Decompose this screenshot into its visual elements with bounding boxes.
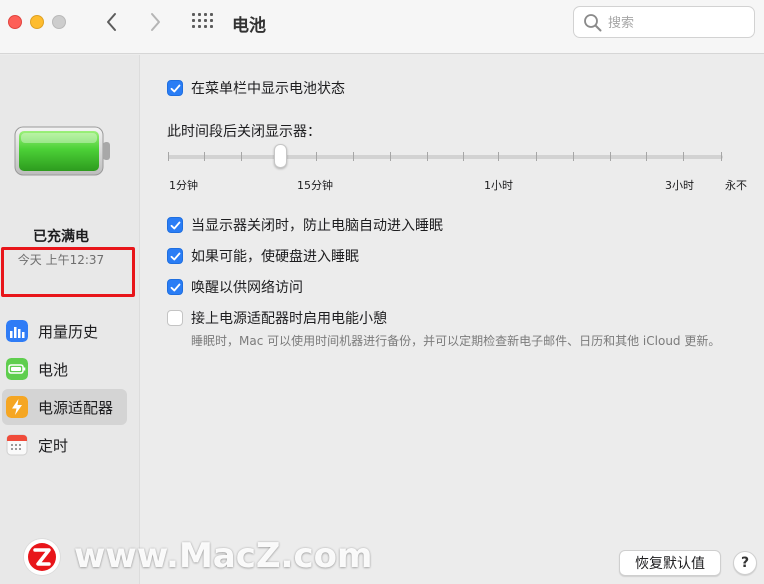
slider-tick-label: 1小时	[484, 179, 513, 192]
checkmark-icon	[170, 221, 181, 230]
battery-large-icon	[14, 126, 110, 176]
checkmark-icon	[170, 252, 181, 261]
highlight-annotation-box	[1, 247, 135, 297]
help-button[interactable]: ?	[733, 551, 757, 575]
back-button[interactable]	[100, 10, 124, 34]
restore-defaults-button[interactable]: 恢复默认值	[619, 550, 721, 576]
wake-network-checkbox[interactable]	[167, 279, 183, 295]
slider-tick	[390, 152, 391, 161]
close-window-button[interactable]	[8, 15, 22, 29]
slider-tick	[646, 152, 647, 161]
window-title: 电池	[232, 16, 266, 36]
slider-tick	[204, 152, 205, 161]
slider-tick-label: 1分钟	[169, 179, 198, 192]
slider-tick	[316, 152, 317, 161]
slider-tick-label: 15分钟	[297, 179, 333, 192]
slider-tick	[536, 152, 537, 161]
slider-tick	[463, 152, 464, 161]
disk-sleep-checkbox[interactable]	[167, 248, 183, 264]
title-bar: 电池	[0, 0, 764, 54]
sidebar-item-schedule[interactable]: 定时	[2, 427, 127, 463]
sidebar-item-battery[interactable]: 电池	[2, 351, 127, 387]
zoom-window-button[interactable]	[52, 15, 66, 29]
prevent-sleep-checkbox[interactable]	[167, 217, 183, 233]
chevron-right-icon	[151, 13, 160, 31]
battery-status-text: 已充满电	[33, 229, 89, 245]
show-in-menubar-checkbox[interactable]	[167, 80, 183, 96]
bar-chart-icon	[6, 320, 28, 342]
slider-tick	[610, 152, 611, 161]
slider-tick	[683, 152, 684, 161]
slider-tick	[721, 152, 722, 161]
sidebar-item-power-adapter[interactable]: 电源适配器	[2, 389, 127, 425]
display-off-slider-label: 此时间段后关闭显示器：	[167, 124, 321, 140]
search-field[interactable]	[573, 6, 755, 38]
slider-tick	[573, 152, 574, 161]
watermark-text: www.MacZ.com	[74, 536, 373, 576]
display-off-slider-thumb[interactable]	[274, 144, 287, 168]
calendar-icon	[6, 434, 28, 456]
slider-tick	[498, 152, 499, 161]
lightning-icon	[6, 396, 28, 418]
slider-tick-label: 永不	[725, 179, 747, 192]
sidebar-item-label: 电池	[38, 361, 69, 379]
macz-logo-icon	[24, 539, 60, 575]
minimize-window-button[interactable]	[30, 15, 44, 29]
checkmark-icon	[170, 84, 181, 93]
sidebar-item-usage-history[interactable]: 用量历史	[2, 313, 127, 349]
power-nap-label: 接上电源适配器时启用电能小憩	[191, 311, 387, 327]
sidebar: 已充满电 今天 上午12:37 用量历史 电池 电源适配器 定时	[0, 55, 140, 584]
battery-icon	[6, 358, 28, 380]
show-in-menubar-label: 在菜单栏中显示电池状态	[191, 81, 345, 97]
search-input[interactable]	[608, 13, 748, 33]
prevent-sleep-label: 当显示器关闭时，防止电脑自动进入睡眠	[191, 218, 443, 234]
sidebar-item-label: 定时	[38, 437, 69, 455]
forward-button[interactable]	[143, 10, 167, 34]
slider-tick	[353, 152, 354, 161]
sidebar-item-label: 电源适配器	[38, 399, 114, 417]
slider-tick	[168, 152, 169, 161]
checkmark-icon	[170, 283, 181, 292]
chevron-left-icon	[107, 13, 116, 31]
battery-preferences-window: 电池 搜索 已充满电 今天 上午12:37 用量历史 电池 电源适配器 定时 在…	[0, 0, 764, 584]
slider-tick	[241, 152, 242, 161]
power-nap-checkbox[interactable]	[167, 310, 183, 326]
power-nap-description: 睡眠时，Mac 可以使用时间机器进行备份，并可以定期检查新电子邮件、日历和其他 …	[191, 334, 721, 348]
slider-tick-label: 3小时	[665, 179, 694, 192]
disk-sleep-label: 如果可能，使硬盘进入睡眠	[191, 249, 359, 265]
show-all-grid-icon[interactable]	[192, 13, 214, 31]
main-panel: 在菜单栏中显示电池状态 此时间段后关闭显示器： 1分钟 15分钟 1小时 3小时…	[141, 55, 764, 584]
wake-network-label: 唤醒以供网络访问	[191, 280, 303, 296]
display-off-slider-track[interactable]	[168, 155, 723, 159]
search-icon	[584, 14, 602, 32]
slider-tick	[427, 152, 428, 161]
sidebar-item-label: 用量历史	[38, 323, 99, 341]
